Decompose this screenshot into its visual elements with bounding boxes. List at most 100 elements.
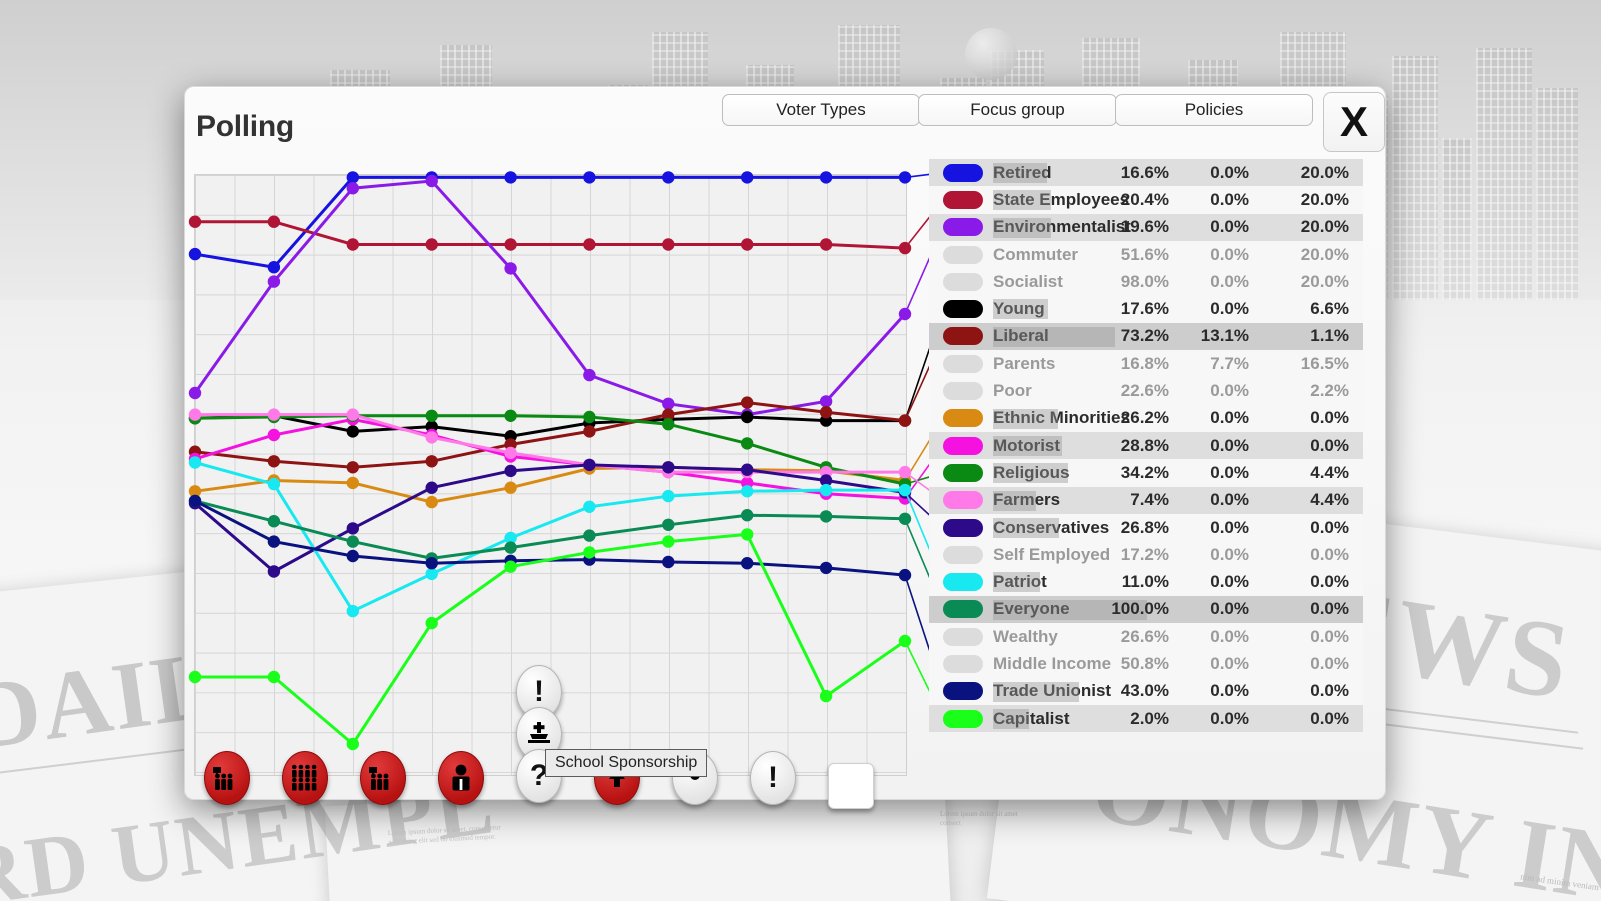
polling-dialog: Polling Voter Types Focus group Policies… bbox=[184, 86, 1386, 809]
building bbox=[1392, 56, 1438, 300]
legend-row[interactable]: Everyone 100.0% 0.0% 0.0% bbox=[929, 595, 1363, 624]
legend-color-swatch bbox=[943, 382, 983, 401]
tab-voter-types[interactable]: Voter Types bbox=[722, 94, 920, 126]
legend-color-swatch bbox=[943, 245, 983, 264]
legend-complacency-value: 1.1% bbox=[1310, 326, 1349, 346]
legend-cynicism-value: 0.0% bbox=[1210, 517, 1249, 537]
legend-color-swatch bbox=[943, 300, 983, 319]
legend-row[interactable]: Motorist 28.8% 0.0% 0.0% bbox=[929, 431, 1363, 460]
tooltip: School Sponsorship bbox=[545, 749, 708, 777]
legend-percentage-value: 20.4% bbox=[1120, 189, 1169, 209]
legend-cynicism-value: 0.0% bbox=[1210, 462, 1249, 482]
legend-percentage-value: 43.0% bbox=[1120, 681, 1169, 701]
legend-row[interactable]: Middle Income 50.8% 0.0% 0.0% bbox=[929, 650, 1363, 678]
legend-row[interactable]: Poor 22.6% 0.0% 2.2% bbox=[929, 377, 1363, 405]
legend-complacency-value: 0.0% bbox=[1310, 408, 1349, 428]
legend-row[interactable]: Young 17.6% 0.0% 6.6% bbox=[929, 295, 1363, 323]
legend-cynicism-value: 0.0% bbox=[1210, 572, 1249, 592]
legend-complacency-value: 16.5% bbox=[1300, 353, 1349, 373]
legend-complacency-value: 0.0% bbox=[1310, 517, 1349, 537]
tab-policies[interactable]: Policies bbox=[1115, 94, 1313, 126]
legend-row[interactable]: Ethnic Minorities 26.2% 0.0% 0.0% bbox=[929, 404, 1363, 432]
legend-cynicism-value: 0.0% bbox=[1210, 599, 1249, 619]
legend-cynicism-value: 7.7% bbox=[1210, 353, 1249, 373]
legend-value-bar bbox=[993, 190, 1052, 211]
crowd-event-2[interactable] bbox=[282, 751, 328, 805]
legend-percentage-value: 50.8% bbox=[1120, 653, 1169, 673]
legend-cynicism-value: 0.0% bbox=[1210, 162, 1249, 182]
legend-complacency-value: 0.0% bbox=[1310, 544, 1349, 564]
legend-row[interactable]: Parents 16.8% 7.7% 16.5% bbox=[929, 350, 1363, 378]
legend-percentage-value: 7.4% bbox=[1130, 490, 1169, 510]
legend-cynicism-value: 0.0% bbox=[1210, 653, 1249, 673]
legend-complacency-value: 0.0% bbox=[1310, 626, 1349, 646]
legend-cynicism-value: 0.0% bbox=[1210, 189, 1249, 209]
legend-cynicism-value: 0.0% bbox=[1210, 435, 1249, 455]
building bbox=[1536, 88, 1578, 300]
legend-row[interactable]: Patriot 11.0% 0.0% 0.0% bbox=[929, 568, 1363, 596]
protest-event-3[interactable] bbox=[360, 751, 406, 805]
person-event-4[interactable] bbox=[438, 751, 484, 805]
legend-percentage-value: 22.6% bbox=[1120, 381, 1169, 401]
legend-row[interactable]: Trade Unionist 43.0% 0.0% 0.0% bbox=[929, 677, 1363, 705]
legend-color-swatch bbox=[943, 272, 983, 291]
legend-color-swatch bbox=[943, 654, 983, 673]
legend-cynicism-value: 0.0% bbox=[1210, 681, 1249, 701]
legend-value-bar bbox=[993, 435, 1062, 456]
legend-value-bar bbox=[993, 163, 1047, 183]
legend-color-swatch bbox=[943, 218, 983, 237]
legend-row[interactable]: Religious 34.2% 0.0% 4.4% bbox=[929, 459, 1363, 487]
legend-row[interactable]: Retired 16.6% 0.0% 20.0% bbox=[929, 159, 1363, 187]
legend-row[interactable]: Wealthy 26.6% 0.0% 0.0% bbox=[929, 623, 1363, 651]
legend-row[interactable]: Socialist 98.0% 0.0% 20.0% bbox=[929, 268, 1363, 296]
legend-color-swatch bbox=[943, 327, 983, 346]
legend-value-bar bbox=[993, 408, 1059, 429]
legend-item-label: Parents bbox=[993, 353, 1056, 373]
legend-item-label: Commuter bbox=[993, 244, 1079, 264]
legend-cynicism-value: 0.0% bbox=[1210, 217, 1249, 237]
legend-value-bar bbox=[993, 681, 1079, 702]
legend-row[interactable]: Environmentalist 19.6% 0.0% 20.0% bbox=[929, 213, 1363, 241]
legend-color-swatch bbox=[943, 627, 983, 646]
building bbox=[1442, 138, 1472, 300]
legend-list: Retired 16.6% 0.0% 20.0% State Employees 20.4… bbox=[929, 159, 1363, 733]
legend-cynicism-value: 0.0% bbox=[1210, 271, 1249, 291]
legend-color-swatch bbox=[943, 545, 983, 564]
legend-cynicism-value: 0.0% bbox=[1210, 708, 1249, 728]
legend-color-swatch bbox=[943, 409, 983, 428]
legend-cynicism-value: 0.0% bbox=[1210, 244, 1249, 264]
exclamation-icon: ! bbox=[534, 675, 544, 708]
legend-row[interactable]: Capitalist 2.0% 0.0% 0.0% bbox=[929, 704, 1363, 733]
legend-item-label: Socialist bbox=[993, 271, 1063, 291]
legend-percentage-value: 17.2% bbox=[1120, 544, 1169, 564]
legend-color-swatch bbox=[943, 436, 983, 455]
legend-item-label: Wealthy bbox=[993, 626, 1058, 646]
legend-cynicism-value: 0.0% bbox=[1210, 626, 1249, 646]
legend-row[interactable]: State Employees 20.4% 0.0% 20.0% bbox=[929, 186, 1363, 214]
legend-complacency-value: 0.0% bbox=[1310, 435, 1349, 455]
legend-percentage-value: 26.2% bbox=[1120, 408, 1169, 428]
legend-complacency-value: 0.0% bbox=[1310, 653, 1349, 673]
legend-color-swatch bbox=[943, 190, 983, 209]
legend-row[interactable]: Farmers 7.4% 0.0% 4.4% bbox=[929, 486, 1363, 514]
tab-focus-group[interactable]: Focus group bbox=[918, 94, 1117, 126]
legend-complacency-value: 4.4% bbox=[1310, 462, 1349, 482]
legend-row[interactable]: Commuter 51.6% 0.0% 20.0% bbox=[929, 240, 1363, 269]
legend-cynicism-value: 13.1% bbox=[1200, 326, 1249, 346]
blank-event-11[interactable] bbox=[828, 763, 874, 809]
legend-row[interactable]: Liberal 73.2% 13.1% 1.1% bbox=[929, 322, 1363, 351]
alert-event-10[interactable]: ! bbox=[750, 751, 796, 805]
legend-row[interactable]: Self Employed 17.2% 0.0% 0.0% bbox=[929, 541, 1363, 569]
legend-cynicism-value: 0.0% bbox=[1210, 299, 1249, 319]
globe-ornament bbox=[965, 28, 1017, 80]
legend-row[interactable]: Conservatives 26.8% 0.0% 0.0% bbox=[929, 513, 1363, 542]
newspaper-body-text: Lorem ipsum dolor sit amet consect bbox=[940, 810, 1018, 827]
legend-color-swatch bbox=[943, 354, 983, 373]
legend-complacency-value: 0.0% bbox=[1310, 681, 1349, 701]
building bbox=[1476, 48, 1532, 300]
legend-value-bar bbox=[993, 517, 1060, 538]
legend-percentage-value: 73.2% bbox=[1120, 326, 1169, 346]
protest-event-1[interactable] bbox=[204, 751, 250, 805]
close-icon[interactable]: X bbox=[1323, 92, 1385, 152]
legend-value-bar bbox=[993, 463, 1069, 484]
